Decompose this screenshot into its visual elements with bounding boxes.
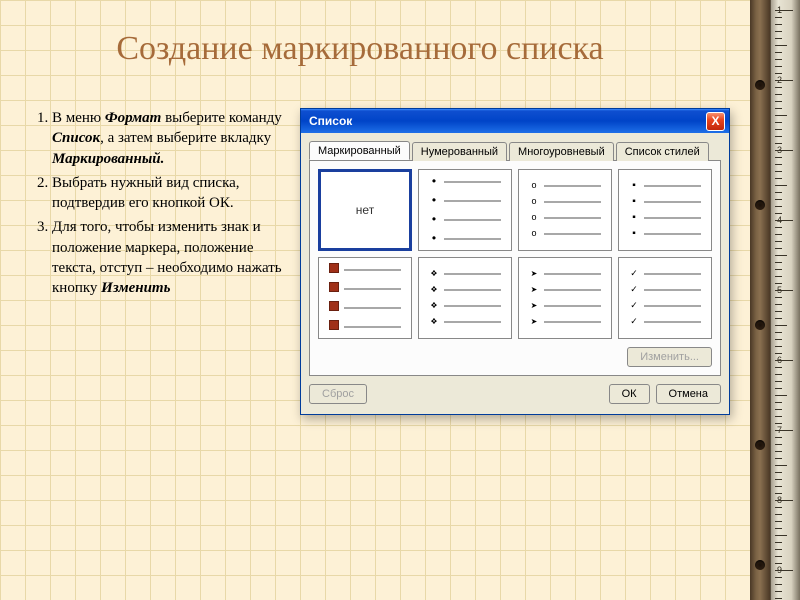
- tab-bulleted[interactable]: Маркированный: [309, 141, 410, 160]
- style-arrow[interactable]: [518, 257, 612, 339]
- bullet-color-icon: [329, 263, 339, 276]
- close-button[interactable]: X: [706, 112, 725, 131]
- bullet-square-icon: [629, 181, 639, 191]
- change-button[interactable]: Изменить...: [627, 347, 712, 367]
- tab-stylelist[interactable]: Список стилей: [616, 142, 709, 161]
- none-label: нет: [356, 203, 374, 217]
- style-disc[interactable]: [418, 169, 512, 251]
- bullet-check-icon: [629, 269, 639, 279]
- content-columns: В меню Формат выберите команду Список, а…: [30, 108, 730, 415]
- titlebar[interactable]: Список X: [301, 109, 729, 133]
- tab-multilevel[interactable]: Многоуровневый: [509, 142, 614, 161]
- style-color[interactable]: [318, 257, 412, 339]
- bullet-style-grid: нет: [318, 169, 712, 339]
- instruction-item-2: Выбрать нужный вид списка, подтвердив ег…: [52, 173, 290, 214]
- style-square[interactable]: [618, 169, 712, 251]
- dialog-wrapper: Список X Маркированный Нумерованный Мног…: [300, 108, 730, 415]
- style-none[interactable]: нет: [318, 169, 412, 251]
- style-diamond[interactable]: [418, 257, 512, 339]
- dialog-title: Список: [305, 114, 706, 128]
- instructions: В меню Формат выберите команду Список, а…: [30, 108, 290, 415]
- tab-panel: нет: [309, 161, 721, 376]
- ruler-decoration: 123456789: [770, 0, 800, 600]
- panel-buttons: Изменить...: [318, 347, 712, 367]
- style-check[interactable]: [618, 257, 712, 339]
- binder-decoration: [750, 0, 770, 600]
- tabs: Маркированный Нумерованный Многоуровневы…: [309, 141, 721, 161]
- instruction-item-1: В меню Формат выберите команду Список, а…: [52, 108, 290, 169]
- bullet-diamond-icon: [429, 269, 439, 279]
- bullet-disc-icon: [429, 175, 439, 188]
- slide-title: Создание маркированного списка: [30, 30, 730, 68]
- list-dialog: Список X Маркированный Нумерованный Мног…: [300, 108, 730, 415]
- tab-numbered[interactable]: Нумерованный: [412, 142, 507, 161]
- bullet-arrow-icon: [529, 269, 539, 279]
- cancel-button[interactable]: Отмена: [656, 384, 721, 404]
- bullet-circle-icon: [529, 181, 539, 191]
- instruction-item-3: Для того, чтобы изменить знак и положени…: [52, 217, 290, 298]
- dialog-body: Маркированный Нумерованный Многоуровневы…: [301, 133, 729, 414]
- slide: Создание маркированного списка В меню Фо…: [0, 0, 750, 600]
- style-circle[interactable]: [518, 169, 612, 251]
- dialog-buttons: Сброс ОК Отмена: [309, 384, 721, 404]
- close-icon: X: [711, 114, 719, 128]
- ok-button[interactable]: ОК: [609, 384, 650, 404]
- reset-button[interactable]: Сброс: [309, 384, 367, 404]
